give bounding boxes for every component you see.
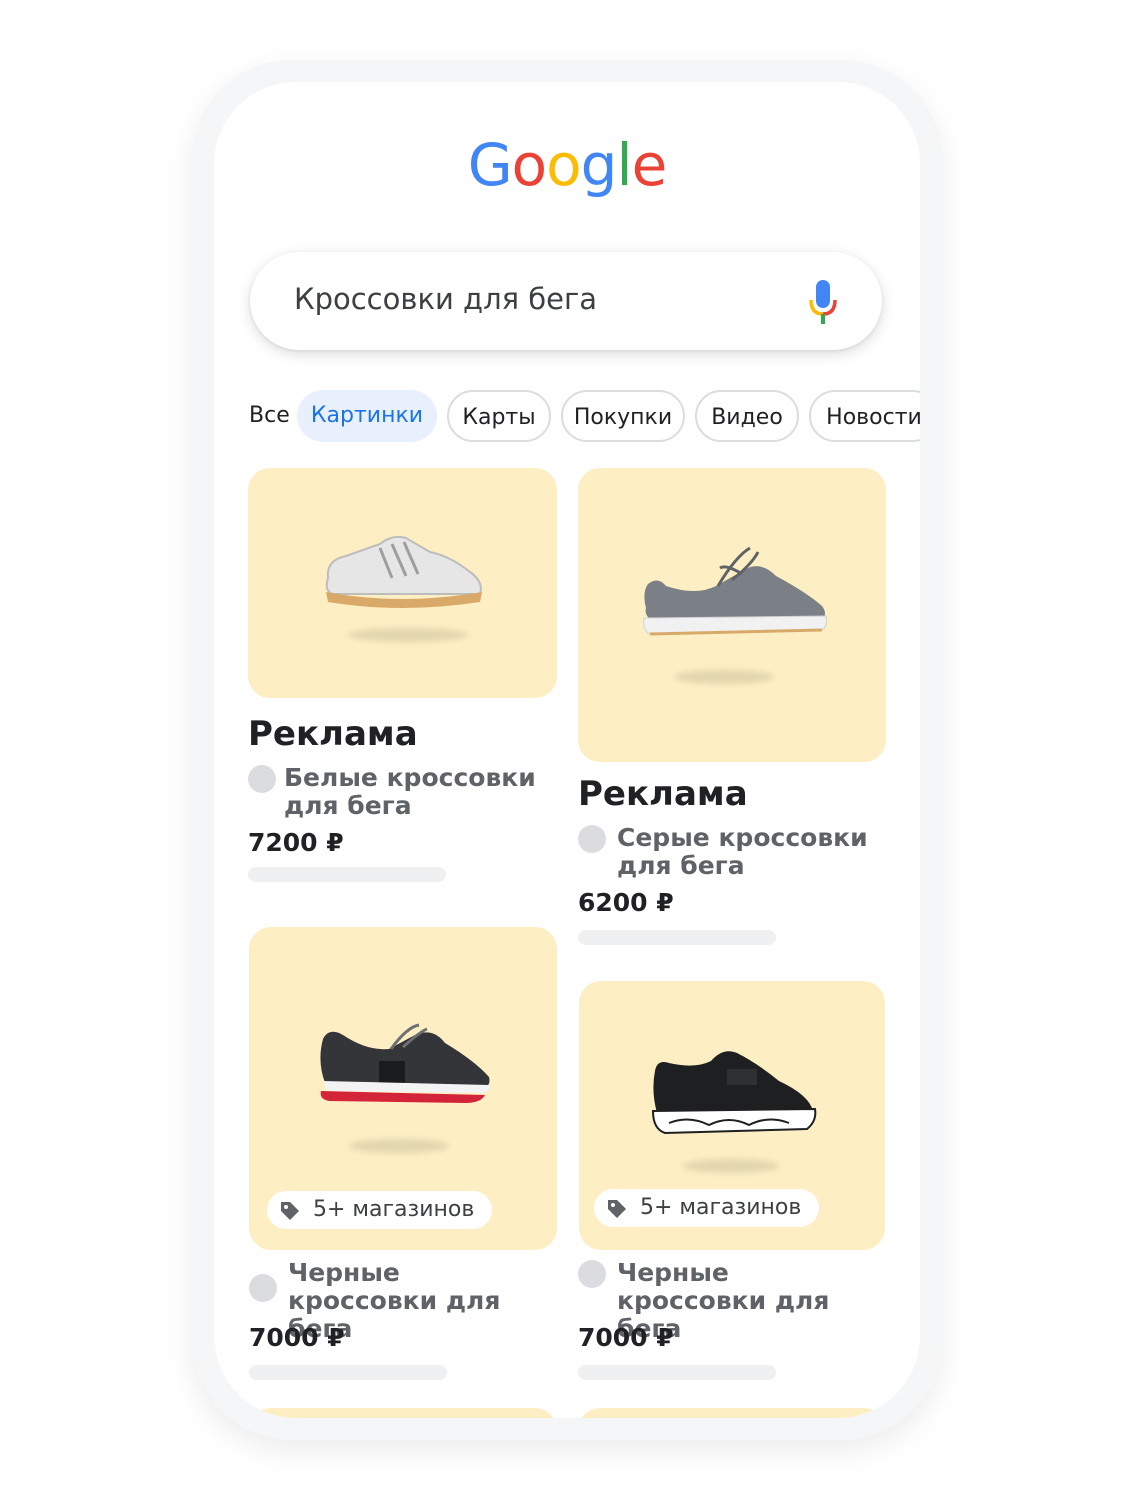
tab-all[interactable]: Все (249, 390, 299, 442)
product-image-grey-sneaker[interactable] (578, 468, 886, 762)
product-image-next[interactable] (578, 1408, 886, 1418)
stores-label: 5+ магазинов (640, 1195, 802, 1220)
product-price: 7000 ₽ (249, 1323, 345, 1352)
store-avatar (578, 825, 606, 853)
store-avatar (248, 765, 276, 793)
skeleton-line (248, 867, 446, 882)
product-name[interactable]: Серые кроссовки для бега (617, 824, 877, 880)
store-avatar (249, 1274, 277, 1302)
skeleton-line (578, 930, 776, 945)
stores-badge[interactable]: 5+ магазинов (594, 1189, 820, 1227)
shoe-shadow (674, 670, 774, 684)
shoe-shadow (348, 628, 468, 642)
product-image-black-slip-on-sneaker[interactable]: 5+ магазинов (579, 981, 885, 1250)
tab-maps[interactable]: Карты (447, 390, 551, 442)
product-price: 7000 ₽ (578, 1323, 674, 1352)
product-image-next[interactable] (249, 1408, 557, 1418)
logo-letter: o (546, 131, 581, 199)
tab-images[interactable]: Картинки (297, 390, 437, 442)
shoe-shadow (349, 1139, 449, 1153)
grey-sneaker-icon (643, 546, 827, 636)
black-slip-on-sneaker-icon (651, 1051, 817, 1135)
product-image-black-red-sneaker[interactable]: 5+ магазинов (249, 927, 557, 1250)
stores-badge[interactable]: 5+ магазинов (267, 1191, 493, 1229)
stores-label: 5+ магазинов (313, 1197, 475, 1222)
search-box[interactable]: Кроссовки для бега (250, 252, 882, 350)
black-red-sneaker-icon (320, 1023, 490, 1103)
price-tag-icon (608, 1200, 626, 1218)
google-logo: Google (214, 130, 920, 200)
logo-letter: l (616, 131, 632, 199)
shoe-shadow (683, 1159, 779, 1173)
product-image-white-sneaker[interactable] (248, 468, 557, 698)
white-sneaker-icon (325, 535, 482, 608)
skeleton-line (249, 1365, 447, 1380)
ad-label: Реклама (248, 714, 418, 754)
product-name[interactable]: Белые кроссовки для бега (284, 764, 544, 820)
search-tabs: Все Картинки Карты Покупки Видео Новости (249, 390, 920, 444)
tab-shopping[interactable]: Покупки (561, 390, 685, 442)
ad-label: Реклама (578, 774, 748, 814)
logo-letter: e (631, 131, 668, 199)
tab-news[interactable]: Новости (809, 390, 920, 442)
product-price: 6200 ₽ (578, 888, 674, 917)
phone-screen: Google Кроссовки для бега Все Картинки К… (214, 82, 920, 1418)
mic-icon[interactable] (808, 280, 838, 324)
logo-letter: G (467, 131, 513, 199)
product-price: 7200 ₽ (248, 828, 344, 857)
store-avatar (578, 1260, 606, 1288)
tab-video[interactable]: Видео (695, 390, 799, 442)
search-input[interactable]: Кроссовки для бега (294, 282, 597, 316)
logo-letter: g (580, 131, 618, 199)
price-tag-icon (281, 1202, 299, 1220)
logo-letter: o (511, 131, 547, 199)
skeleton-line (578, 1365, 776, 1380)
